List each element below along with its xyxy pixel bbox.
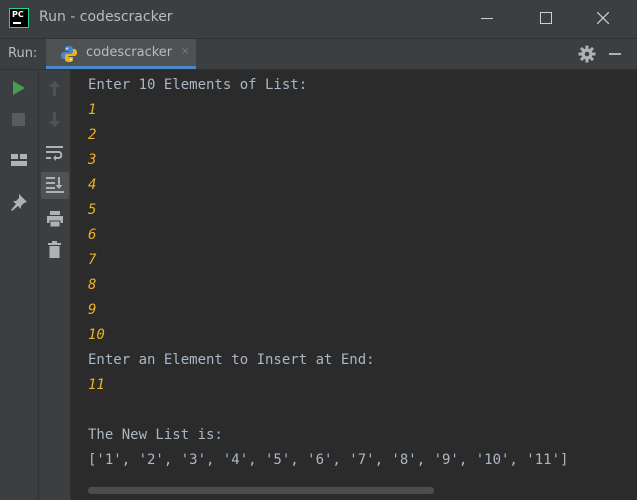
horizontal-scrollbar[interactable] xyxy=(88,487,434,494)
console-input-line: 4 xyxy=(88,177,97,193)
run-label: Run: xyxy=(8,46,38,61)
arrow-up-icon[interactable] xyxy=(49,81,60,96)
tab-codescracker[interactable]: codescracker × xyxy=(46,39,196,69)
minimize-button[interactable] xyxy=(464,0,510,38)
trash-icon[interactable] xyxy=(48,241,61,258)
play-icon[interactable] xyxy=(12,81,26,95)
close-icon xyxy=(597,12,609,24)
hide-icon[interactable] xyxy=(609,53,621,55)
title-bar: PC Run - codescracker xyxy=(0,0,637,39)
layout-icon[interactable] xyxy=(11,154,27,166)
soft-wrap-icon[interactable] xyxy=(46,146,63,161)
console-input-line: 3 xyxy=(88,152,97,168)
console-input-line: 11 xyxy=(88,377,105,393)
window-title: Run - codescracker xyxy=(39,9,173,25)
console-output[interactable]: Enter 10 Elements of List: 1 2 3 4 5 6 7 8 9 10 Ent… xyxy=(71,70,637,500)
console-input-line: 6 xyxy=(88,227,97,243)
gear-icon[interactable] xyxy=(578,45,596,63)
console-input-line: 5 xyxy=(88,202,97,218)
maximize-button[interactable] xyxy=(523,0,569,38)
run-actions-toolbar xyxy=(0,70,39,500)
console-actions-toolbar xyxy=(39,70,71,500)
logo-text: PC xyxy=(12,10,24,19)
close-button[interactable] xyxy=(580,0,626,38)
pycharm-logo-icon: PC xyxy=(9,8,29,28)
tab-close-icon[interactable]: × xyxy=(181,46,189,57)
console-output-line: Enter an Element to Insert at End: xyxy=(88,352,375,368)
console-input-line: 10 xyxy=(88,327,105,343)
console-output-line: The New List is: xyxy=(88,427,223,443)
run-window: PC Run - codescracker Run: codescracker … xyxy=(0,0,637,500)
scroll-to-end-icon xyxy=(46,177,64,193)
python-icon xyxy=(61,46,77,62)
scroll-to-end-button[interactable] xyxy=(41,172,69,199)
console-output-line: Enter 10 Elements of List: xyxy=(88,77,308,93)
console-input-line: 7 xyxy=(88,252,97,268)
console-output-line: ['1', '2', '3', '4', '5', '6', '7', '8',… xyxy=(88,452,569,468)
console-input-line: 9 xyxy=(88,302,97,318)
print-icon[interactable] xyxy=(47,211,63,227)
console-input-line: 2 xyxy=(88,127,97,143)
stop-icon[interactable] xyxy=(12,113,25,126)
arrow-down-icon[interactable] xyxy=(49,112,60,127)
console-input-line: 8 xyxy=(88,277,97,293)
tab-label: codescracker xyxy=(86,45,173,60)
pin-icon[interactable] xyxy=(11,194,27,211)
console-input-line: 1 xyxy=(88,102,97,118)
run-toolbar: Run: codescracker × xyxy=(0,39,637,70)
